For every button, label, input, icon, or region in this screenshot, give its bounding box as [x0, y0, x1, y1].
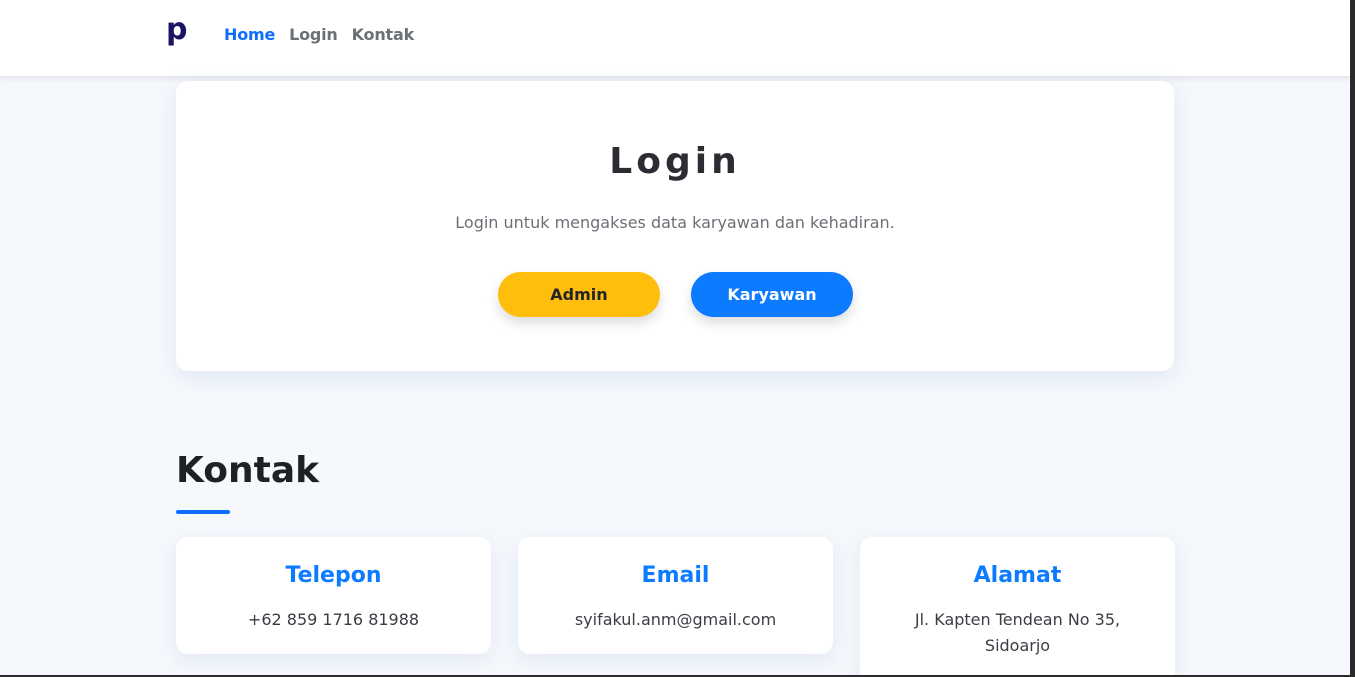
nav-link-home[interactable]: Home: [224, 25, 275, 45]
page: p Home Login Kontak Login Login untuk me…: [0, 0, 1355, 677]
login-card: Login Login untuk mengakses data karyawa…: [176, 81, 1174, 371]
karyawan-login-button[interactable]: Karyawan: [691, 272, 853, 317]
contact-heading-email: Email: [641, 563, 710, 588]
login-subtitle: Login untuk mengakses data karyawan dan …: [455, 213, 895, 232]
nav-link-kontak[interactable]: Kontak: [352, 25, 415, 45]
contact-value-email: syifakul.anm@gmail.com: [574, 610, 777, 629]
contact-heading-alamat: Alamat: [973, 563, 1062, 588]
contact-value-telepon: +62 859 1716 81988: [247, 610, 420, 629]
window-edge-right: [1350, 0, 1355, 677]
contact-card-alamat: Alamat Jl. Kapten Tendean No 35, Sidoarj…: [860, 537, 1175, 677]
brand-logo[interactable]: p: [166, 13, 187, 47]
contact-card-email: Email syifakul.anm@gmail.com: [518, 537, 833, 654]
contact-heading-telepon: Telepon: [285, 563, 382, 588]
nav-link-login[interactable]: Login: [289, 25, 338, 45]
contact-value-alamat: Jl. Kapten Tendean No 35, Sidoarjo: [914, 610, 1121, 655]
navbar: p Home Login Kontak: [0, 0, 1350, 77]
login-title: Login: [609, 141, 741, 182]
admin-login-button[interactable]: Admin: [498, 272, 660, 317]
nav-links: Home Login Kontak: [224, 25, 414, 45]
contact-card-telepon: Telepon +62 859 1716 81988: [176, 537, 491, 654]
kontak-title: Kontak: [176, 450, 320, 491]
kontak-underline: [176, 510, 230, 514]
